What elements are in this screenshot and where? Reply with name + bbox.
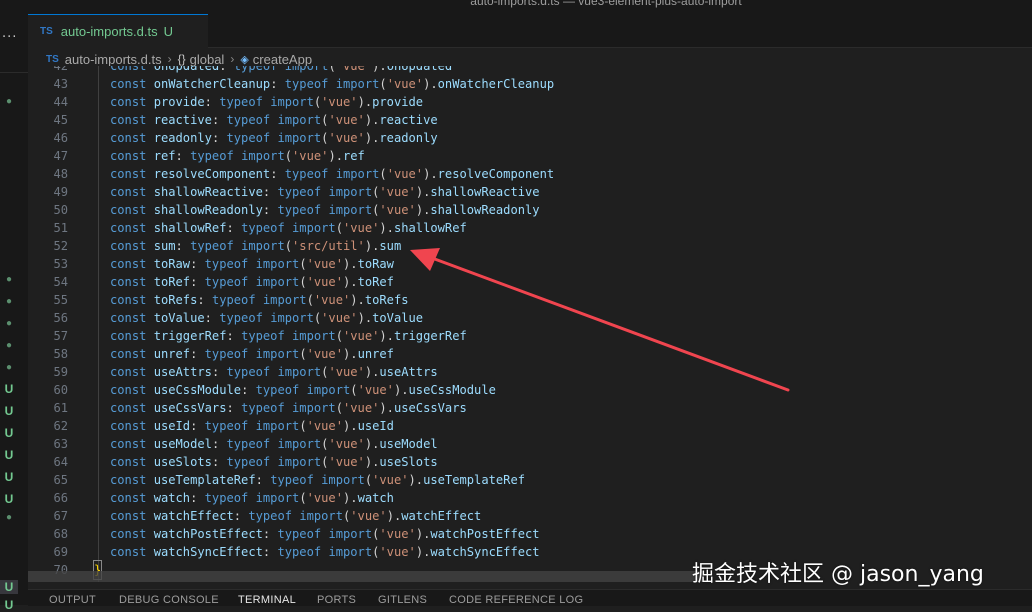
panel-tab-gitlens[interactable]: GITLENS	[378, 594, 427, 606]
panel-tab-output[interactable]: OUTPUT	[49, 594, 96, 606]
watermark: 掘金技术社区 @ jason_yang	[692, 562, 984, 587]
panel-tab-code-reference-log[interactable]: CODE REFERENCE LOG	[449, 594, 583, 606]
panel-tab-debug-console[interactable]: DEBUG CONSOLE	[119, 594, 219, 606]
panel-tab-ports[interactable]: PORTS	[317, 594, 356, 606]
panel-tab-terminal[interactable]: TERMINAL	[238, 594, 296, 606]
panel-tab-bar: OUTPUT DEBUG CONSOLE TERMINAL PORTS GITLENS C…	[28, 589, 1032, 606]
annotation-arrow	[410, 248, 790, 392]
